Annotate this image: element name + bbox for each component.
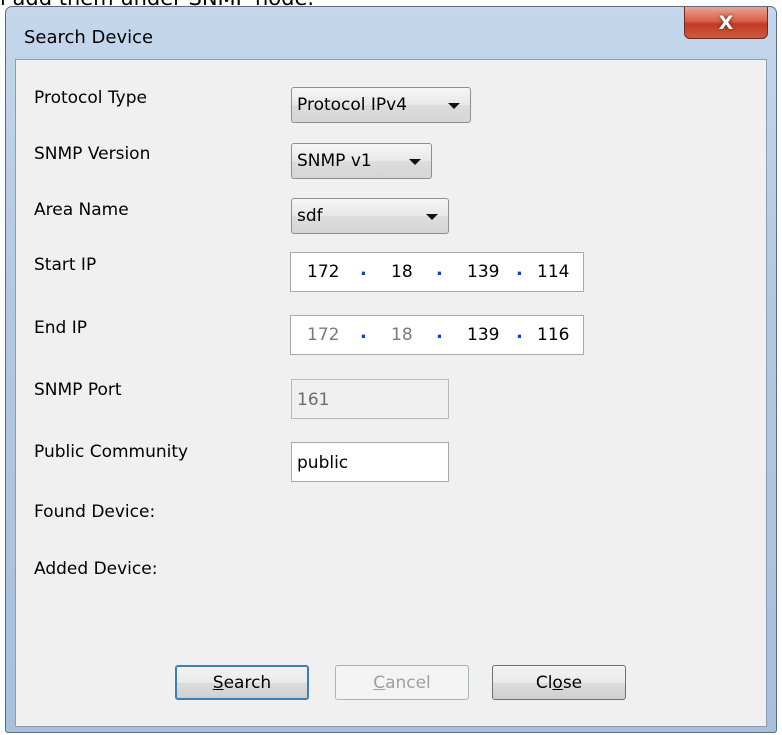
close-button-label: se xyxy=(562,672,583,693)
search-device-dialog: Search Device X Protocol Type Protocol I… xyxy=(5,6,777,733)
area-name-select[interactable]: sdf xyxy=(291,198,449,234)
ip-separator: . xyxy=(516,259,523,280)
close-button-mnemonic: o xyxy=(552,672,563,693)
snmp-version-value: SNMP v1 xyxy=(297,151,372,171)
start-ip-octet-2[interactable]: 18 xyxy=(391,262,413,282)
end-ip-label: End IP xyxy=(34,318,87,338)
area-name-value: sdf xyxy=(297,206,323,226)
ip-separator: . xyxy=(516,322,523,343)
start-ip-octet-4[interactable]: 114 xyxy=(537,262,569,282)
protocol-type-value: Protocol IPv4 xyxy=(297,95,408,115)
snmp-port-label: SNMP Port xyxy=(34,380,122,400)
cancel-button[interactable]: Cancel xyxy=(335,665,469,700)
ip-separator: . xyxy=(436,322,443,343)
search-button-mnemonic: S xyxy=(212,672,224,693)
end-ip-octet-1[interactable]: 172 xyxy=(307,325,339,345)
public-community-input[interactable]: public xyxy=(291,442,449,482)
dialog-client-area: Protocol Type Protocol IPv4 SNMP Version… xyxy=(15,59,767,727)
window-title: Search Device xyxy=(24,27,154,48)
protocol-type-select[interactable]: Protocol IPv4 xyxy=(291,87,471,123)
close-button-prefix: Cl xyxy=(535,672,553,693)
search-button-label: earch xyxy=(223,672,272,693)
start-ip-label: Start IP xyxy=(34,255,97,275)
added-device-label: Added Device: xyxy=(34,559,158,579)
snmp-version-select[interactable]: SNMP v1 xyxy=(291,143,432,179)
protocol-type-label: Protocol Type xyxy=(34,88,147,108)
search-button[interactable]: Search xyxy=(175,665,309,700)
area-name-label: Area Name xyxy=(34,200,129,220)
snmp-version-label: SNMP Version xyxy=(34,144,151,164)
start-ip-octet-3[interactable]: 139 xyxy=(467,262,499,282)
chevron-down-icon xyxy=(448,103,460,109)
title-close-button[interactable]: X xyxy=(684,7,768,39)
title-bar[interactable]: Search Device X xyxy=(6,7,776,55)
public-community-label: Public Community xyxy=(34,442,189,462)
chevron-down-icon xyxy=(426,214,438,220)
snmp-port-input[interactable]: 161 xyxy=(291,379,449,419)
ip-separator: . xyxy=(360,322,367,343)
close-button[interactable]: Cl o se xyxy=(492,665,626,700)
end-ip-octet-2[interactable]: 18 xyxy=(391,325,413,345)
start-ip-input[interactable]: 172 . 18 . 139 . 114 xyxy=(290,252,584,292)
end-ip-octet-4[interactable]: 116 xyxy=(537,325,569,345)
ip-separator: . xyxy=(436,259,443,280)
cancel-button-label: ancel xyxy=(385,672,431,693)
close-icon: X xyxy=(718,11,734,34)
ip-separator: . xyxy=(360,259,367,280)
start-ip-octet-1[interactable]: 172 xyxy=(307,262,339,282)
cancel-button-mnemonic: C xyxy=(373,672,386,693)
chevron-down-icon xyxy=(409,159,421,165)
found-device-label: Found Device: xyxy=(34,502,156,522)
end-ip-octet-3[interactable]: 139 xyxy=(467,325,499,345)
end-ip-input[interactable]: 172 . 18 . 139 . 116 xyxy=(290,315,584,355)
